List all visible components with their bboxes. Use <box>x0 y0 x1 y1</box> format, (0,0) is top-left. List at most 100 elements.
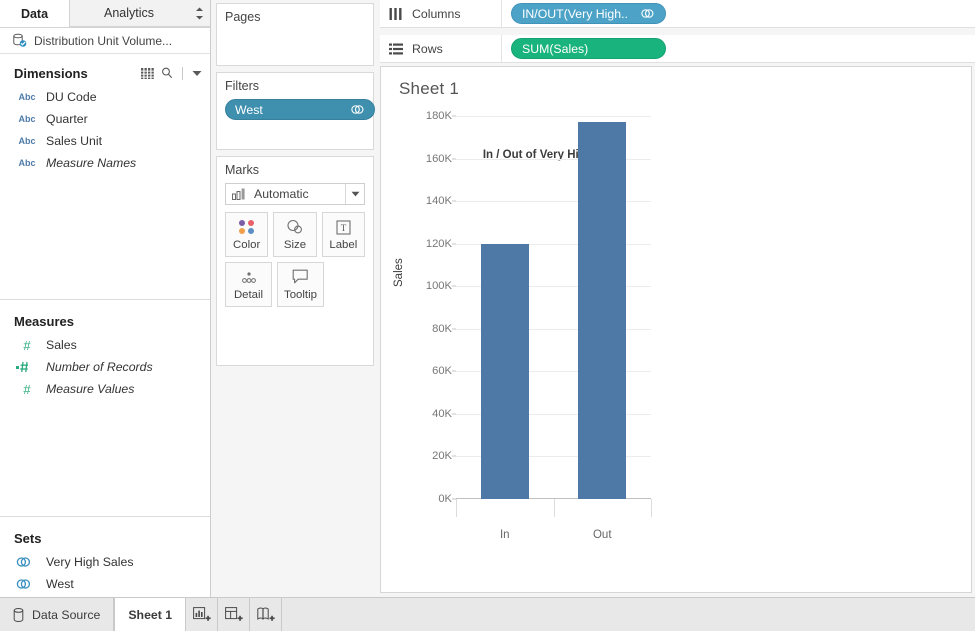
sets-header: Sets <box>0 525 210 551</box>
number-icon: # <box>23 381 31 397</box>
field-sales[interactable]: # Sales <box>0 334 210 356</box>
filter-pill-west[interactable]: West <box>225 99 375 120</box>
gridline <box>456 116 651 117</box>
bar-mark[interactable] <box>578 122 627 499</box>
marks-card-title: Marks <box>225 163 260 177</box>
marks-buttons-row-2: Detail Tooltip <box>225 262 365 307</box>
x-axis-tick-label[interactable]: In <box>500 529 510 541</box>
measures-header: Measures <box>0 308 210 334</box>
category-separator <box>456 499 457 517</box>
set-icon <box>16 556 38 568</box>
y-axis-ticks: 0K 20K 40K 60K 80K 100K 120K 140K 160K 180K <box>395 99 456 569</box>
field-label: West <box>46 577 74 591</box>
columns-icon <box>389 7 403 20</box>
color-dots-icon <box>238 219 255 236</box>
tab-analytics[interactable]: Analytics <box>70 0 188 27</box>
field-label: Quarter <box>46 112 88 126</box>
label-icon: T <box>336 219 351 236</box>
set-icon <box>640 8 655 19</box>
page-title: Sheet 1 <box>399 79 460 98</box>
marks-detail-label: Detail <box>233 288 264 301</box>
columns-shelf[interactable]: Columns IN/OUT(Very High.. <box>380 0 975 28</box>
category-separator <box>651 499 652 517</box>
data-source-name: Distribution Unit Volume... <box>34 33 173 48</box>
measures-title: Measures <box>14 313 74 329</box>
field-very-high-sales[interactable]: Very High Sales <box>0 551 210 573</box>
sheet-tab-sheet-1[interactable]: Sheet 1 <box>114 598 187 631</box>
columns-shelf-drop-zone[interactable]: IN/OUT(Very High.. <box>502 3 975 24</box>
marks-detail-button[interactable]: Detail <box>225 262 272 307</box>
shelf-gap <box>380 28 975 35</box>
data-pane-tabs: Data Analytics <box>0 0 210 28</box>
toolbar-divider <box>182 66 183 80</box>
dimensions-header: Dimensions <box>0 60 210 86</box>
rows-pill-label: SUM(Sales) <box>522 41 589 56</box>
y-axis-tick-label: 40K <box>432 407 452 420</box>
sheet-tab-label: Sheet 1 <box>128 607 173 622</box>
chevron-down-icon[interactable] <box>345 184 364 204</box>
grid-icon[interactable] <box>141 67 154 79</box>
mark-type-dropdown[interactable]: Automatic <box>225 183 365 205</box>
y-axis-tick-label: 180K <box>425 110 452 122</box>
abc-icon: Abc <box>18 136 36 146</box>
chevron-down-icon[interactable] <box>192 70 202 77</box>
columns-shelf-label: Columns <box>412 6 461 21</box>
filters-card-title: Filters <box>225 79 260 93</box>
number-icon: # <box>23 337 31 353</box>
tab-data-label: Data <box>20 6 49 21</box>
bottom-bar-empty-area <box>282 598 975 631</box>
search-icon[interactable] <box>161 67 173 79</box>
data-source-row[interactable]: Distribution Unit Volume... <box>0 28 210 54</box>
y-axis-tick-label: 120K <box>425 237 452 250</box>
tooltip-icon <box>292 269 309 286</box>
database-icon <box>12 33 27 48</box>
detail-dots-icon <box>240 269 258 286</box>
new-worksheet-icon[interactable] <box>186 598 219 631</box>
marks-label-label: Label <box>329 238 358 251</box>
field-label: Sales <box>46 338 77 352</box>
marks-buttons-row-1: Color Size T Label <box>225 212 365 257</box>
pages-card-title: Pages <box>225 10 261 24</box>
marks-color-label: Color <box>233 238 261 251</box>
rows-shelf[interactable]: Rows SUM(Sales) <box>380 35 975 63</box>
pane-resize-handle[interactable] <box>188 0 210 27</box>
worksheet-view: Sheet 1 In / Out of Very High.. Sales 0K… <box>380 66 972 593</box>
field-number-of-records[interactable]: Number of Records <box>0 356 210 378</box>
rows-shelf-label-box: Rows <box>380 35 502 62</box>
field-label: Sales Unit <box>46 134 103 148</box>
rows-pill-sum-sales[interactable]: SUM(Sales) <box>511 38 666 59</box>
mark-type-value: Automatic <box>254 187 309 201</box>
set-icon <box>16 578 38 590</box>
dimensions-field-list: Abc DU Code Abc Quarter Abc Sales Unit A… <box>0 86 210 174</box>
new-story-icon[interactable] <box>250 598 283 631</box>
plot-area: In Out <box>456 99 652 569</box>
field-measure-values[interactable]: # Measure Values <box>0 378 210 400</box>
field-west-set[interactable]: West <box>0 573 210 595</box>
x-axis-tick-label[interactable]: Out <box>593 529 612 541</box>
new-dashboard-icon[interactable] <box>218 598 251 631</box>
columns-pill-inout[interactable]: IN/OUT(Very High.. <box>511 3 666 24</box>
field-label: Very High Sales <box>46 555 134 569</box>
abc-icon: Abc <box>18 92 36 102</box>
sets-section: Sets Very High Sales West <box>0 525 210 595</box>
pages-card[interactable]: Pages <box>216 3 374 66</box>
field-label: Number of Records <box>46 360 153 374</box>
field-sales-unit[interactable]: Abc Sales Unit <box>0 130 210 152</box>
field-measure-names[interactable]: Abc Measure Names <box>0 152 210 174</box>
rows-shelf-drop-zone[interactable]: SUM(Sales) <box>502 38 975 59</box>
tab-data[interactable]: Data <box>0 0 70 27</box>
marks-label-button[interactable]: T Label <box>321 212 365 257</box>
marks-tooltip-button[interactable]: Tooltip <box>277 262 324 307</box>
data-source-tab[interactable]: Data Source <box>0 598 115 631</box>
calculated-number-icon <box>16 361 38 373</box>
marks-size-button[interactable]: Size <box>273 212 317 257</box>
sets-divider <box>0 516 210 517</box>
marks-card[interactable]: Marks Automatic Color Size T Label Detai… <box>216 156 374 366</box>
svg-text:T: T <box>341 223 347 233</box>
field-quarter[interactable]: Abc Quarter <box>0 108 210 130</box>
field-label: Measure Values <box>46 382 135 396</box>
filters-card[interactable]: Filters West <box>216 72 375 150</box>
bar-mark[interactable] <box>480 243 529 499</box>
marks-color-button[interactable]: Color <box>225 212 269 257</box>
field-du-code[interactable]: Abc DU Code <box>0 86 210 108</box>
